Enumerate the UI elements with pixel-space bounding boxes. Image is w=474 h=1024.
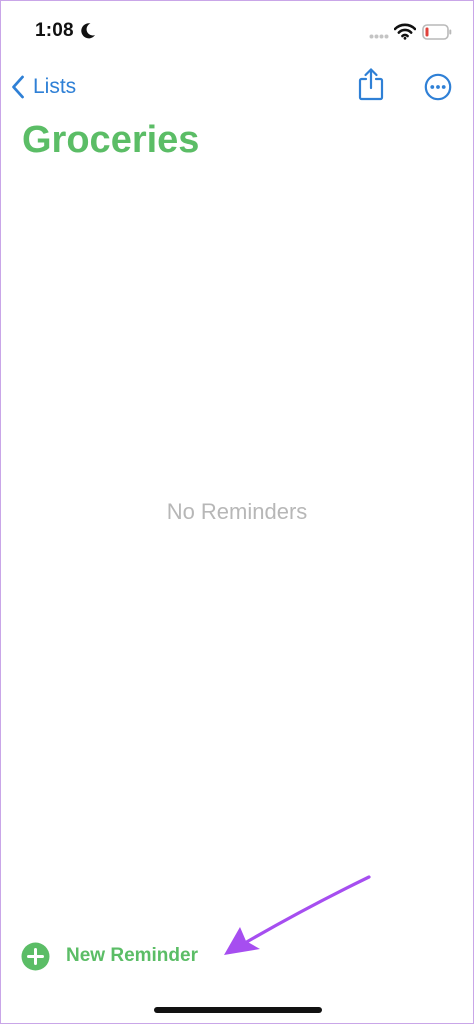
battery-icon [422,24,452,40]
status-bar: 1:08 [1,1,473,61]
wifi-icon [394,23,416,40]
arrow-annotation-icon [224,875,371,955]
share-icon [358,68,384,101]
new-reminder-button[interactable]: New Reminder [21,941,198,971]
share-button[interactable] [357,67,385,106]
moon-icon [81,23,95,39]
back-button-label: Lists [33,75,77,98]
signal-icon [369,34,389,39]
new-reminder-label: New Reminder [66,945,198,966]
plus-circle-icon [21,942,50,970]
home-indicator [154,1007,322,1013]
back-button[interactable]: Lists [11,71,76,103]
chevron-left-icon [12,75,24,99]
more-button[interactable] [424,73,452,106]
page-title: Groceries [22,119,200,161]
status-time: 1:08 [35,20,74,41]
ellipsis-circle-icon [424,73,452,101]
empty-state-message: No Reminders [166,499,308,524]
reminders-screen: 1:08 Lists Groceries No Reminders New Re… [0,0,474,1024]
